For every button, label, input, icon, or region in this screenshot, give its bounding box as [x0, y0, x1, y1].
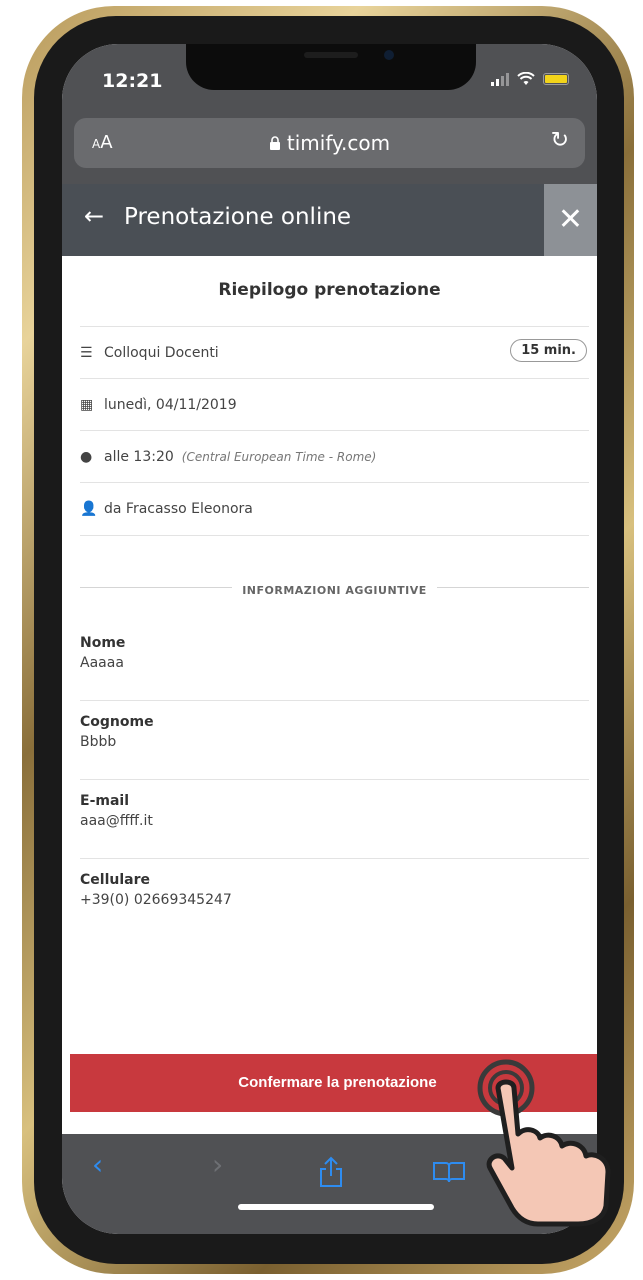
additional-info-heading: INFORMAZIONI AGGIUNTIVE	[232, 584, 437, 597]
summary-title: Riepilogo prenotazione	[218, 280, 441, 300]
reload-icon[interactable]: ↻	[551, 128, 569, 153]
field-value: Bbbb	[80, 734, 117, 750]
page-title: Prenotazione online	[124, 204, 352, 230]
staff-row: 👤 da Fracasso Eleonora	[80, 482, 589, 536]
date-row: ▦ lunedì, 04/11/2019	[80, 378, 589, 431]
additional-info-divider: INFORMAZIONI AGGIUNTIVE	[80, 579, 589, 597]
phone-screen: 12:21 AA timify.com ↻ ← Prenotazione onl…	[62, 44, 597, 1234]
address-bar[interactable]: AA timify.com ↻	[74, 118, 585, 168]
field-nome: Nome Aaaaa	[80, 621, 589, 701]
status-icons	[491, 72, 569, 86]
book-icon[interactable]	[432, 1160, 466, 1184]
field-value: +39(0) 02669345247	[80, 892, 232, 908]
field-cognome: Cognome Bbbb	[80, 700, 589, 780]
field-cellulare: Cellulare +39(0) 02669345247	[80, 858, 589, 937]
status-time: 12:21	[102, 70, 163, 92]
close-icon[interactable]: ✕	[544, 184, 597, 256]
booking-date: lunedì, 04/11/2019	[104, 397, 237, 413]
service-row: ☰ Colloqui Docenti 15 min.	[80, 326, 589, 379]
field-value: Aaaaa	[80, 655, 124, 671]
list-icon: ☰	[80, 345, 93, 361]
url-domain[interactable]: timify.com	[74, 131, 585, 155]
time-row: ● alle 13:20 (Central European Time - Ro…	[80, 430, 589, 483]
field-label: Cellulare	[80, 872, 150, 888]
forward-nav-icon[interactable]: ›	[212, 1148, 223, 1181]
field-label: Nome	[80, 635, 126, 651]
tap-hand-icon	[477, 1059, 611, 1227]
clock-icon: ●	[80, 449, 93, 465]
back-nav-icon[interactable]: ‹	[92, 1148, 103, 1181]
user-icon: 👤	[80, 501, 98, 517]
booking-summary: Riepilogo prenotazione ☰ Colloqui Docent…	[62, 256, 597, 1134]
page-header: ← Prenotazione online ✕	[62, 184, 597, 256]
booking-time: alle 13:20	[104, 449, 174, 465]
field-label: E-mail	[80, 793, 130, 809]
battery-icon	[543, 73, 569, 85]
signal-icon	[491, 72, 509, 86]
home-indicator	[238, 1204, 434, 1210]
speaker-grille	[304, 52, 358, 58]
lock-icon	[269, 136, 280, 150]
calendar-icon: ▦	[80, 397, 94, 413]
camera	[384, 50, 394, 60]
arrow-left-icon[interactable]: ←	[84, 202, 104, 230]
staff-name: da Fracasso Eleonora	[104, 501, 253, 517]
timezone-text: (Central European Time - Rome)	[181, 450, 377, 464]
duration-badge: 15 min.	[510, 339, 587, 362]
field-value: aaa@ffff.it	[80, 813, 153, 829]
domain-text: timify.com	[286, 131, 391, 155]
share-icon[interactable]	[318, 1156, 344, 1188]
service-name: Colloqui Docenti	[104, 345, 219, 361]
field-label: Cognome	[80, 714, 154, 730]
wifi-icon	[517, 72, 535, 85]
notch	[186, 44, 476, 90]
field-email: E-mail aaa@ffff.it	[80, 779, 589, 859]
